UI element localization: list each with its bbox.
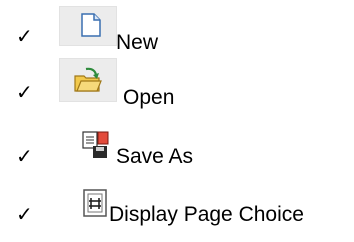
toolbar-item-save-as[interactable]: ✓ Save As — [0, 130, 354, 176]
check-mark-icon: ✓ — [16, 144, 33, 168]
display-page-choice-label: Display Page Choice — [109, 203, 304, 226]
page-choice-icon — [83, 189, 107, 217]
check-mark-icon: ✓ — [16, 80, 33, 104]
new-document-icon — [81, 13, 101, 37]
toolbar-item-new[interactable]: ✓ New — [0, 6, 354, 54]
new-label: New — [116, 31, 159, 54]
toolbar-item-open[interactable]: ✓ Open — [0, 58, 354, 108]
save-as-icon — [82, 131, 109, 158]
new-button[interactable] — [59, 6, 117, 46]
open-button[interactable] — [59, 58, 117, 102]
toolbar-item-display-page-choice[interactable]: ✓ Display Page Choice — [0, 184, 354, 230]
check-mark-icon: ✓ — [16, 24, 33, 48]
open-folder-icon — [74, 67, 102, 92]
check-mark-icon: ✓ — [16, 202, 33, 226]
save-as-label: Save As — [116, 145, 194, 168]
open-label: Open — [123, 86, 175, 109]
